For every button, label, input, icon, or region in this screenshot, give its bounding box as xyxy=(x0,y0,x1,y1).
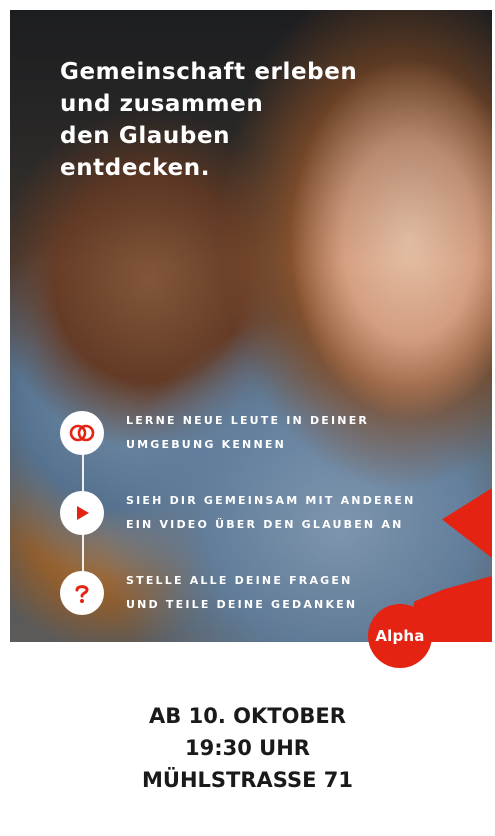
play-icon xyxy=(60,491,104,535)
headline-line: und zusammen xyxy=(60,91,264,117)
poster-page: Gemeinschaft erleben und zusammen den Gl… xyxy=(0,0,495,836)
event-address: MÜHLSTRASSE 71 xyxy=(142,768,353,792)
feature-item-people: LERNE NEUE LEUTE IN DEINER UMGEBUNG KENN… xyxy=(60,409,369,457)
rings-icon xyxy=(60,411,104,455)
headline-line: Gemeinschaft erleben xyxy=(60,59,358,85)
headline-line: entdecken. xyxy=(60,155,211,181)
event-time: 19:30 UHR xyxy=(185,736,310,760)
alpha-logo: Alpha xyxy=(368,604,432,668)
feature-text: LERNE NEUE LEUTE IN DEINER UMGEBUNG KENN… xyxy=(126,414,370,451)
headline: Gemeinschaft erleben und zusammen den Gl… xyxy=(60,56,390,184)
hero-photo: Gemeinschaft erleben und zusammen den Gl… xyxy=(10,10,492,642)
event-info: AB 10. OKTOBER 19:30 UHR MÜHLSTRASSE 71 xyxy=(0,700,495,796)
feature-text: SIEH DIR GEMEINSAM MIT ANDEREN EIN VIDEO… xyxy=(126,494,416,531)
question-icon xyxy=(60,571,104,615)
event-date: AB 10. OKTOBER xyxy=(149,704,346,728)
feature-text: STELLE ALLE DEINE FRAGEN UND TEILE DEINE… xyxy=(126,574,358,611)
headline-line: den Glauben xyxy=(60,123,231,149)
feature-item-video: SIEH DIR GEMEINSAM MIT ANDEREN EIN VIDEO… xyxy=(60,489,416,537)
feature-item-questions: STELLE ALLE DEINE FRAGEN UND TEILE DEINE… xyxy=(60,569,357,617)
